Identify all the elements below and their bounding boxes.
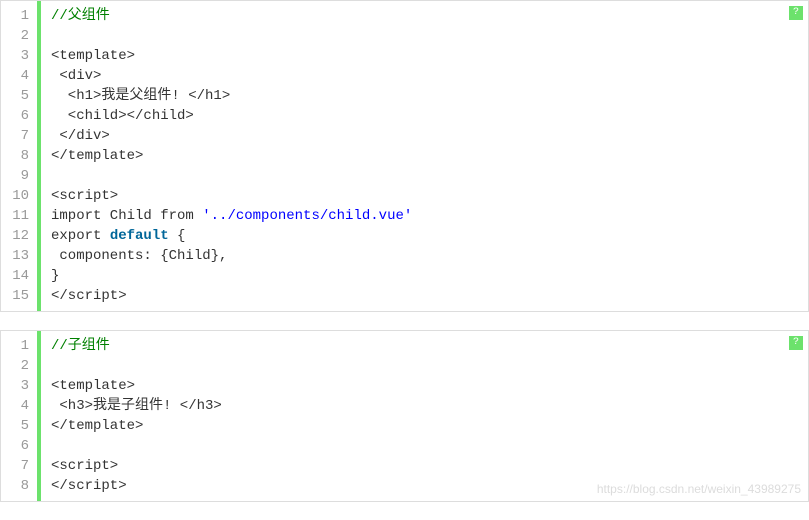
line-number: 2: [5, 26, 29, 46]
code-line: }: [51, 266, 808, 286]
code-line: [51, 356, 808, 376]
line-number: 14: [5, 266, 29, 286]
line-number: 3: [5, 46, 29, 66]
line-number: 1: [5, 6, 29, 26]
code-line: </template>: [51, 416, 808, 436]
code-line: <template>: [51, 46, 808, 66]
line-number: 2: [5, 356, 29, 376]
code-line: import Child from '../components/child.v…: [51, 206, 808, 226]
line-number: 4: [5, 396, 29, 416]
code-line: <h3>我是子组件! </h3>: [51, 396, 808, 416]
line-number-gutter: 12345678: [1, 331, 38, 501]
code-line: [51, 166, 808, 186]
code-line: </template>: [51, 146, 808, 166]
code-line: <script>: [51, 456, 808, 476]
code-line: [51, 26, 808, 46]
code-line: <child></child>: [51, 106, 808, 126]
expand-icon[interactable]: ?: [789, 336, 803, 350]
expand-icon[interactable]: ?: [789, 6, 803, 20]
line-number: 5: [5, 416, 29, 436]
line-number: 1: [5, 336, 29, 356]
line-number: 4: [5, 66, 29, 86]
line-number: 6: [5, 106, 29, 126]
code-line: components: {Child},: [51, 246, 808, 266]
code-line: //父组件: [51, 6, 808, 26]
line-number: 7: [5, 456, 29, 476]
code-line: <h1>我是父组件! </h1>: [51, 86, 808, 106]
code-line: <template>: [51, 376, 808, 396]
code-line: export default {: [51, 226, 808, 246]
line-number: 13: [5, 246, 29, 266]
code-line: [51, 436, 808, 456]
line-number: 8: [5, 146, 29, 166]
line-number: 9: [5, 166, 29, 186]
code-line: </div>: [51, 126, 808, 146]
code-block: 123456789101112131415//父组件 <template> <d…: [0, 0, 809, 312]
code-line: //子组件: [51, 336, 808, 356]
watermark-text: https://blog.csdn.net/weixin_43989275: [597, 482, 801, 496]
line-number-gutter: 123456789101112131415: [1, 1, 38, 311]
line-number: 8: [5, 476, 29, 496]
line-number: 3: [5, 376, 29, 396]
line-number: 7: [5, 126, 29, 146]
line-number: 6: [5, 436, 29, 456]
code-line: <div>: [51, 66, 808, 86]
line-number: 15: [5, 286, 29, 306]
code-block: 12345678//子组件 <template> <h3>我是子组件! </h3…: [0, 330, 809, 502]
line-number: 10: [5, 186, 29, 206]
line-number: 5: [5, 86, 29, 106]
code-line: </script>: [51, 286, 808, 306]
line-number: 11: [5, 206, 29, 226]
code-area: //子组件 <template> <h3>我是子组件! </h3></templ…: [37, 331, 808, 501]
line-number: 12: [5, 226, 29, 246]
code-line: <script>: [51, 186, 808, 206]
code-area: //父组件 <template> <div> <h1>我是父组件! </h1> …: [37, 1, 808, 311]
